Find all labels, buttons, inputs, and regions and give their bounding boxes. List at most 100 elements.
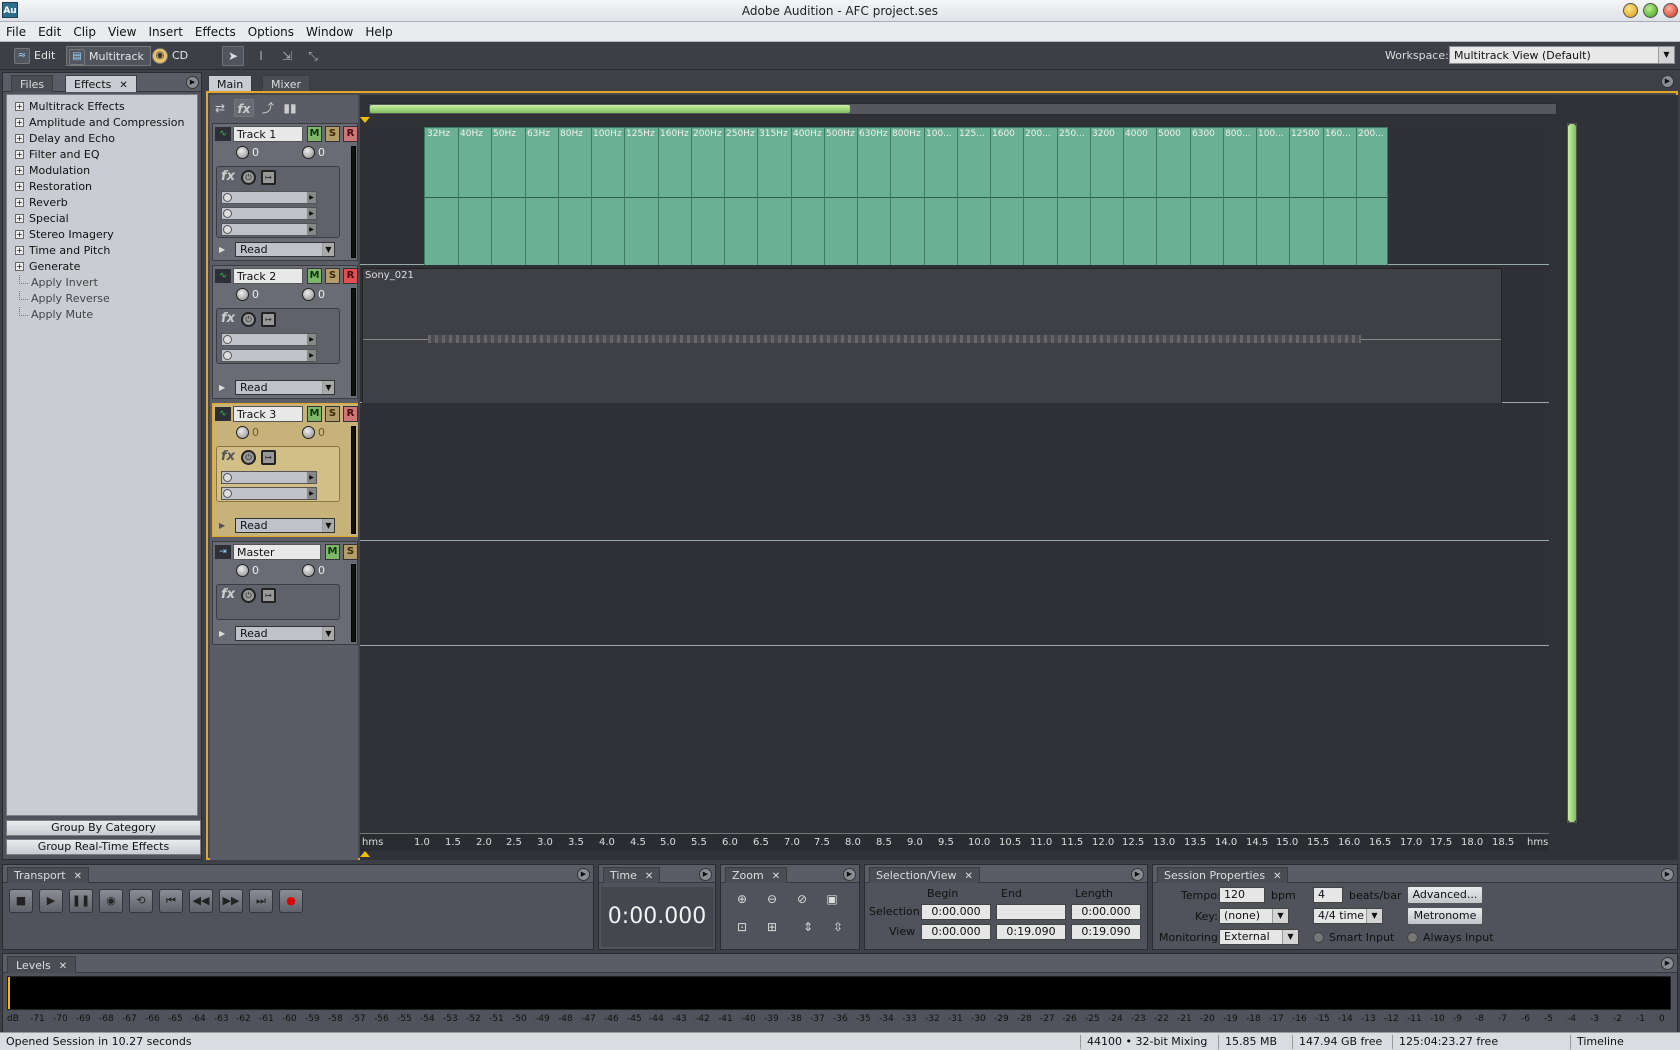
view-length-input[interactable]: 0:19.090 [1071,924,1141,940]
track-name-input[interactable]: Track 2 [233,268,303,284]
always-input-radio[interactable] [1407,932,1418,943]
tab-levels[interactable]: Levels ✕ [7,956,77,973]
go-to-end-button[interactable]: ⏭ [249,889,273,913]
tab-session-properties[interactable]: Session Properties ✕ [1157,867,1289,883]
clip-sony-021[interactable]: Sony_021 [362,268,1502,413]
mute-button[interactable]: M [325,544,340,560]
zoom-out-vertical-icon[interactable]: ⇳ [827,917,849,937]
expand-triangle-icon[interactable]: ▶ [219,245,225,254]
effect-slot[interactable]: ▶ [221,471,317,484]
smart-input-radio[interactable] [1313,932,1324,943]
minimize-button[interactable] [1623,3,1638,18]
zoom-navigator-bar[interactable] [368,103,1557,115]
prefader-icon[interactable]: ↦ [261,588,276,603]
pan-knob[interactable] [302,564,315,577]
view-begin-input[interactable]: 0:00.000 [921,924,991,940]
expand-icon[interactable]: + [15,246,24,255]
metronome-button[interactable]: Metronome [1407,907,1483,925]
menu-help[interactable]: Help [359,22,398,39]
zoom-selection-icon[interactable]: ▣ [821,889,843,909]
tree-item-restoration[interactable]: + Restoration [7,179,197,195]
visible-range-thumb[interactable] [370,105,850,113]
tree-item-modulation[interactable]: + Modulation [7,163,197,179]
stop-button[interactable]: ■ [9,889,33,913]
track-name-input[interactable]: Track 3 [233,406,303,422]
mute-button[interactable]: M [307,406,322,422]
go-to-start-button[interactable]: ⏮ [159,889,183,913]
expand-icon[interactable]: + [15,262,24,271]
tree-item-apply-mute[interactable]: Apply Mute [7,307,197,323]
effect-slot[interactable]: ▶ [221,487,317,500]
selection-length-input[interactable]: 0:00.000 [1071,904,1141,920]
expand-icon[interactable]: + [15,198,24,207]
power-icon[interactable]: ⏻ [241,312,256,327]
hybrid-tool-icon[interactable]: ⇲ [276,46,298,66]
expand-icon[interactable]: + [15,214,24,223]
effect-slot[interactable]: ▶ [221,191,317,204]
mute-button[interactable]: M [307,268,322,284]
panel-menu-icon[interactable]: ▶ [1131,868,1144,881]
menu-insert[interactable]: Insert [143,22,189,39]
panel-menu-icon[interactable]: ▶ [1661,75,1674,88]
timeline-area[interactable]: 32Hz 40Hz 50Hz 63Hz 80Hz 100Hz 125Hz 160Hz 200Hz… [360,95,1678,860]
close-icon[interactable]: ✕ [772,871,780,882]
expand-triangle-icon[interactable]: ▶ [219,383,225,392]
record-arm-button[interactable]: R [343,126,358,142]
tab-mixer[interactable]: Mixer [262,75,311,92]
menu-clip[interactable]: Clip [67,22,102,39]
move-copy-tool-icon[interactable]: ➤ [222,46,244,66]
zoom-in-horizontal-icon[interactable]: ⊕ [731,889,753,909]
solo-button[interactable]: S [325,268,340,284]
pause-button[interactable]: ❚❚ [69,889,93,913]
menu-view[interactable]: View [102,22,142,39]
effect-slot[interactable]: ▶ [221,349,317,362]
rewind-button[interactable]: ◀◀ [189,889,213,913]
zoom-right-edge-icon[interactable]: ⊞ [761,917,783,937]
maximize-button[interactable] [1643,3,1658,18]
volume-knob[interactable] [236,426,249,439]
monitoring-select[interactable]: External ▼ [1219,929,1299,945]
tab-main[interactable]: Main [208,75,253,92]
close-icon[interactable]: ✕ [1273,871,1281,882]
track-1-lane[interactable]: 32Hz 40Hz 50Hz 63Hz 80Hz 100Hz 125Hz 160Hz 200Hz… [360,123,1549,269]
selection-begin-input[interactable]: 0:00.000 [921,904,991,920]
expand-icon[interactable]: + [15,150,24,159]
tab-files[interactable]: Files [11,75,54,92]
menu-file[interactable]: File [0,22,32,39]
group-realtime-effects-button[interactable]: Group Real-Time Effects [6,839,201,855]
tab-time[interactable]: Time ✕ [603,867,661,883]
scrub-tool-icon[interactable]: ⤡ [302,46,324,66]
menu-effects[interactable]: Effects [189,22,242,39]
expand-icon[interactable]: + [15,182,24,191]
close-icon[interactable]: ✕ [119,80,127,91]
cd-view-button[interactable]: ◉ CD [150,46,188,66]
record-arm-button[interactable]: R [343,268,358,284]
menu-window[interactable]: Window [300,22,359,39]
panel-menu-icon[interactable]: ▶ [843,868,856,881]
track-2-lane[interactable]: Sony_021 [360,265,1549,413]
master-lane[interactable] [360,541,1549,646]
tree-item-reverb[interactable]: + Reverb [7,195,197,211]
record-arm-button[interactable]: R [343,406,358,422]
panel-menu-icon[interactable]: ▶ [699,868,712,881]
tab-selection-view[interactable]: Selection/View ✕ [869,867,980,883]
close-icon[interactable]: ✕ [965,871,973,882]
tab-zoom[interactable]: Zoom ✕ [725,867,788,883]
volume-knob[interactable] [236,288,249,301]
vertical-scrollbar[interactable] [1567,123,1577,823]
time-selection-tool-icon[interactable]: I [250,46,272,66]
close-icon[interactable]: ✕ [74,871,82,882]
menu-edit[interactable]: Edit [32,22,67,39]
solo-button[interactable]: S [325,406,340,422]
mute-button[interactable]: M [307,126,322,142]
panel-menu-icon[interactable]: ▶ [1661,868,1674,881]
panel-menu-icon[interactable]: ▶ [1661,957,1674,970]
zoom-out-horizontal-icon[interactable]: ⊖ [761,889,783,909]
panel-menu-icon[interactable]: ▶ [577,868,590,881]
tempo-input[interactable]: 120 [1219,887,1265,903]
solo-button[interactable]: S [343,544,358,560]
play-button[interactable]: ▶ [39,889,63,913]
loop-button[interactable]: ⟲ [129,889,153,913]
close-icon[interactable]: ✕ [645,871,653,882]
track-name-input[interactable]: Master [233,544,321,560]
